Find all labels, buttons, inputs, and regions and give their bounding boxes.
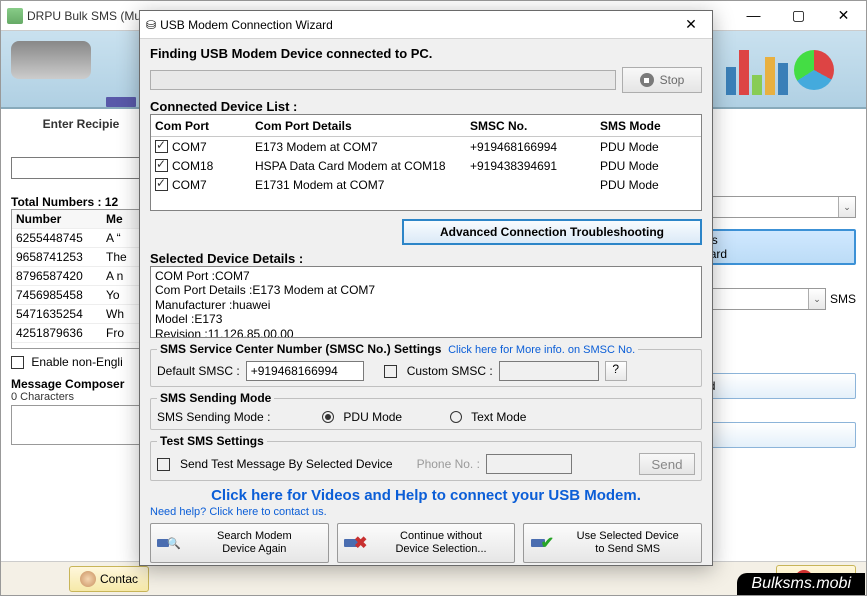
device-row[interactable]: COM7E1731 Modem at COM7PDU Mode xyxy=(151,175,701,194)
chevron-down-icon: ⌄ xyxy=(808,289,825,309)
total-numbers-label: Total Numbers : 12 xyxy=(11,195,151,209)
send-test-button[interactable]: Send xyxy=(639,453,695,475)
col-com-details: Com Port Details xyxy=(251,119,466,133)
custom-smsc-input xyxy=(499,361,599,381)
enable-non-english-label: Enable non-Engli xyxy=(31,355,122,369)
selected-details-box[interactable]: COM Port :COM7Com Port Details :E173 Mod… xyxy=(150,266,702,338)
minimize-button[interactable]: — xyxy=(731,1,776,29)
advanced-troubleshooting-button[interactable]: Advanced Connection Troubleshooting xyxy=(402,219,702,245)
selected-details-label: Selected Device Details : xyxy=(150,251,702,266)
stop-icon xyxy=(640,73,654,87)
send-test-checkbox[interactable] xyxy=(157,458,170,471)
device-row[interactable]: COM18HSPA Data Card Modem at COM18+91943… xyxy=(151,156,701,175)
sending-mode-fieldset: SMS Sending Mode SMS Sending Mode : PDU … xyxy=(150,391,702,430)
default-smsc-input[interactable] xyxy=(246,361,364,381)
banner-hub-graphic xyxy=(11,41,131,99)
app-icon xyxy=(7,8,23,24)
use-selected-device-button[interactable]: ✔ Use Selected Device to Send SMS xyxy=(523,523,702,563)
table-row[interactable]: 6255448745A “ xyxy=(12,229,150,248)
composer-title: Message Composer xyxy=(11,377,151,391)
search-modem-again-button[interactable]: 🔍 Search Modem Device Again xyxy=(150,523,329,563)
col-smsc: SMSC No. xyxy=(466,119,596,133)
device-table: Com Port Com Port Details SMSC No. SMS M… xyxy=(150,114,702,211)
phone-no-label: Phone No. : xyxy=(417,457,480,471)
device-checkbox[interactable] xyxy=(155,140,168,153)
modal-titlebar: ⛁ USB Modem Connection Wizard ✕ xyxy=(140,11,712,39)
usb-check-icon: ✔ xyxy=(530,531,554,555)
modal-title: USB Modem Connection Wizard xyxy=(160,18,676,32)
custom-smsc-checkbox[interactable] xyxy=(384,365,397,378)
enable-non-english-checkbox[interactable] xyxy=(11,356,24,369)
sending-mode-label: SMS Sending Mode : xyxy=(157,410,270,424)
sms-label: SMS xyxy=(830,292,856,306)
table-row[interactable]: 8796587420A n xyxy=(12,267,150,286)
modal-icon: ⛁ xyxy=(146,18,156,32)
default-smsc-label: Default SMSC : xyxy=(157,364,240,378)
connected-list-label: Connected Device List : xyxy=(150,99,702,114)
usb-cancel-icon: ✖ xyxy=(344,531,368,555)
modal-actions: 🔍 Search Modem Device Again ✖ Continue w… xyxy=(150,523,702,563)
message-textarea[interactable] xyxy=(11,405,151,445)
pdu-mode-label: PDU Mode xyxy=(343,410,402,424)
table-row[interactable]: 5471635254Wh xyxy=(12,305,150,324)
person-icon xyxy=(80,571,96,587)
table-row[interactable]: 4251879636Fro xyxy=(12,324,150,343)
modal-body: Finding USB Modem Device connected to PC… xyxy=(140,39,712,570)
progress-bar xyxy=(150,70,616,90)
continue-without-device-button[interactable]: ✖ Continue without Device Selection... xyxy=(337,523,516,563)
col-number: Number xyxy=(12,212,102,226)
recipient-label: Enter Recipie xyxy=(11,117,151,131)
table-row[interactable]: 9658741253The xyxy=(12,248,150,267)
need-help-link[interactable]: Need help? Click here to contact us. xyxy=(150,506,702,518)
smsc-settings-fieldset: SMS Service Center Number (SMSC No.) Set… xyxy=(150,342,702,387)
banner-chart-graphic xyxy=(726,41,856,99)
close-button[interactable]: ✕ xyxy=(821,1,866,29)
numbers-table: Number Me 6255448745A “9658741253The8796… xyxy=(11,209,151,349)
smsc-help-button[interactable]: ? xyxy=(605,361,627,381)
send-test-label: Send Test Message By Selected Device xyxy=(180,457,393,471)
chevron-down-icon: ⌄ xyxy=(838,197,855,217)
device-checkbox[interactable] xyxy=(155,159,168,172)
device-row[interactable]: COM7E173 Modem at COM7+919468166994PDU M… xyxy=(151,137,701,156)
usb-modem-wizard-dialog: ⛁ USB Modem Connection Wizard ✕ Finding … xyxy=(139,10,713,566)
contact-button[interactable]: Contac xyxy=(69,566,149,592)
maximize-button[interactable]: ▢ xyxy=(776,1,821,29)
pdu-mode-radio[interactable] xyxy=(322,411,334,423)
col-sms-mode: SMS Mode xyxy=(596,119,686,133)
phone-no-input xyxy=(486,454,572,474)
text-mode-radio[interactable] xyxy=(450,411,462,423)
table-row[interactable]: 7456985458Yo xyxy=(12,286,150,305)
left-panel: Enter Recipie Total Numbers : 12 Number … xyxy=(11,113,151,555)
smsc-info-link[interactable]: Click here for More info. on SMSC No. xyxy=(448,344,635,356)
text-mode-label: Text Mode xyxy=(471,410,526,424)
modal-close-button[interactable]: ✕ xyxy=(676,16,706,33)
col-com-port: Com Port xyxy=(151,119,251,133)
custom-smsc-label: Custom SMSC : xyxy=(407,364,493,378)
test-sms-fieldset: Test SMS Settings Send Test Message By S… xyxy=(150,434,702,481)
char-count: 0 Characters xyxy=(11,391,151,403)
watermark: Bulksms.mobi xyxy=(737,573,865,595)
device-checkbox[interactable] xyxy=(155,178,168,191)
videos-help-link[interactable]: Click here for Videos and Help to connec… xyxy=(150,487,702,504)
recipient-input[interactable] xyxy=(11,157,151,179)
window-controls: — ▢ ✕ xyxy=(731,1,866,29)
usb-search-icon: 🔍 xyxy=(157,531,181,555)
stop-button[interactable]: Stop xyxy=(622,67,702,93)
finding-label: Finding USB Modem Device connected to PC… xyxy=(150,46,702,61)
